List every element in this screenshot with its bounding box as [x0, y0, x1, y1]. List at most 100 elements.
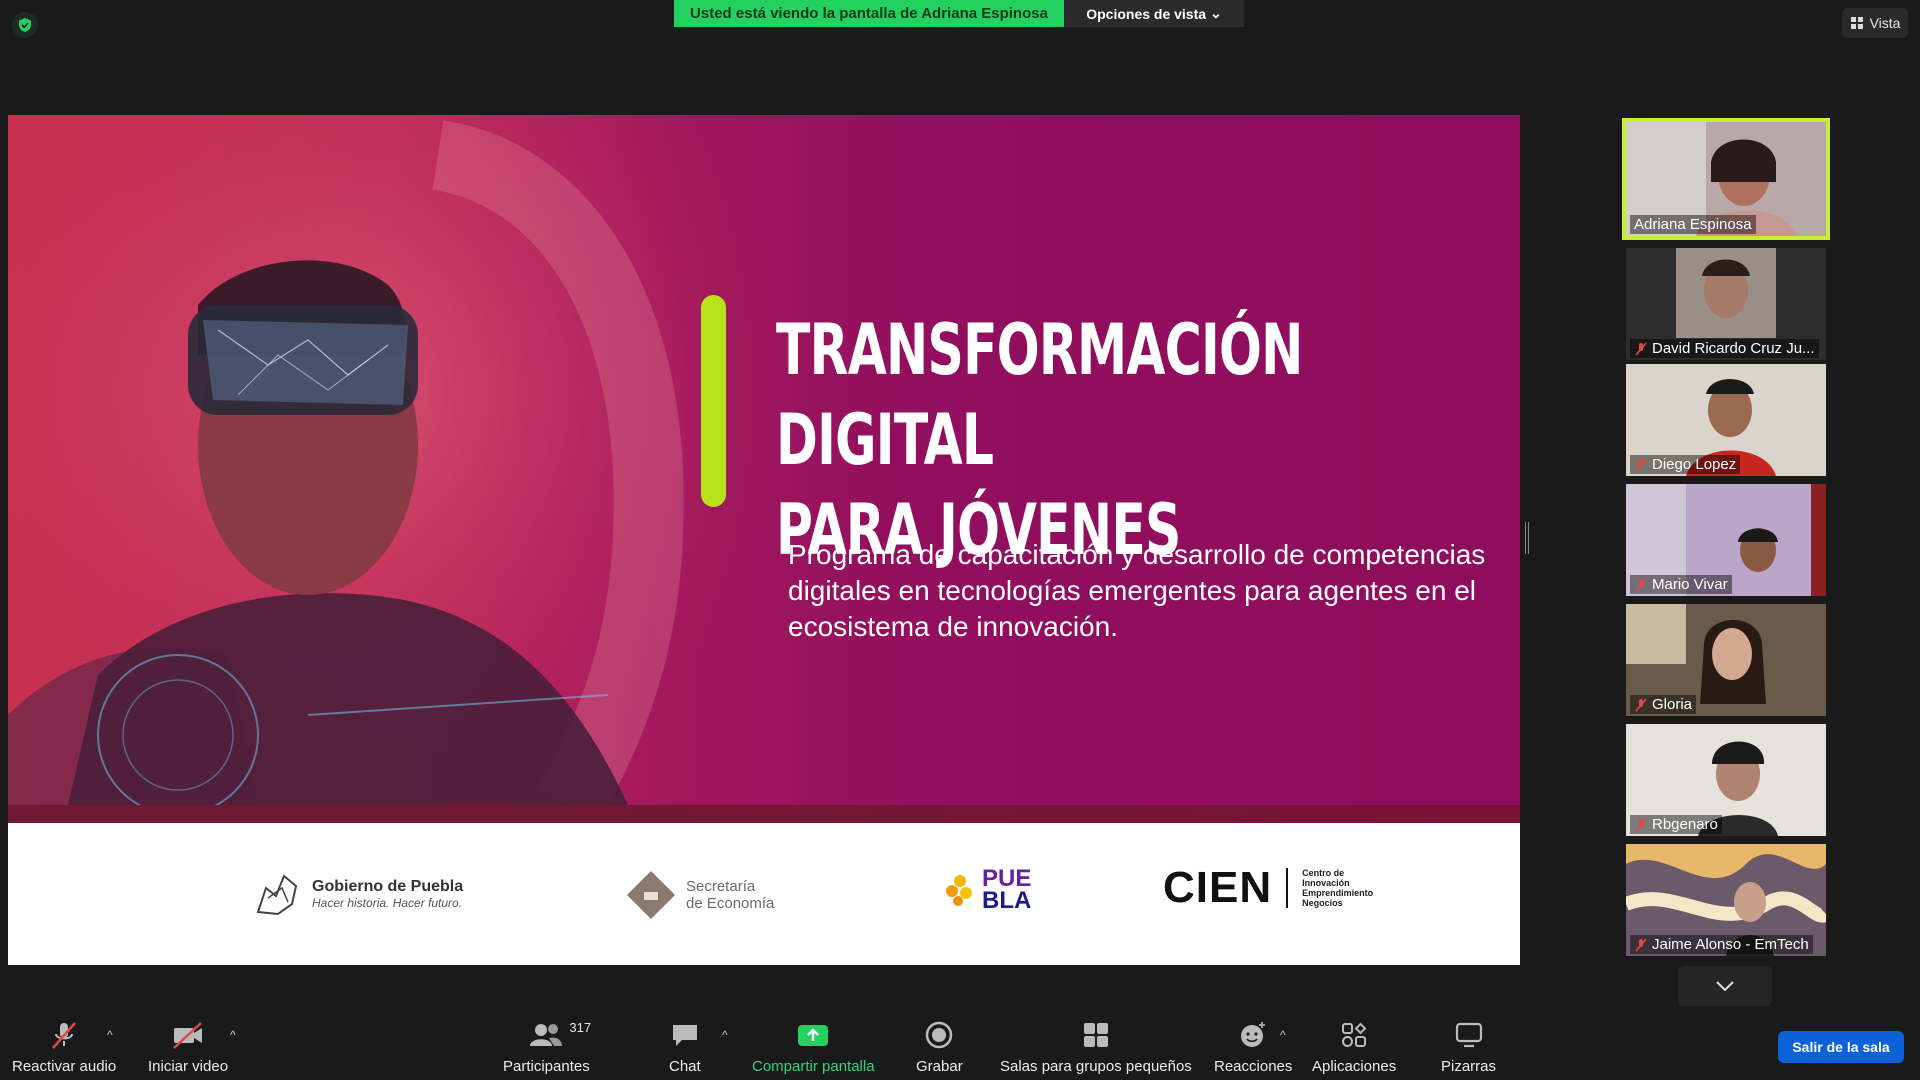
secretaria-diamond-icon	[626, 870, 676, 920]
view-options-label: Opciones de vista	[1086, 5, 1207, 22]
chevron-down-icon: ⌄	[1210, 5, 1222, 21]
participants-button[interactable]: 317 Participantes	[503, 1018, 592, 1075]
video-tile[interactable]: Jaime Alonso - EmTech	[1626, 844, 1826, 956]
video-off-icon	[173, 1022, 203, 1049]
mic-muted-icon	[1635, 341, 1647, 356]
gallery-scroll-down-button[interactable]	[1678, 966, 1772, 1006]
participant-name: Jaime Alonso - EmTech	[1652, 936, 1809, 953]
mic-muted-icon	[1635, 457, 1647, 472]
apps-button[interactable]: Aplicaciones	[1312, 1018, 1396, 1075]
whiteboard-icon	[1455, 1022, 1482, 1048]
participant-name: Adriana Espinosa	[1634, 216, 1752, 233]
grid-layout-icon	[1850, 17, 1863, 29]
chat-bubble-icon	[672, 1025, 697, 1046]
participant-name-tag: Adriana Espinosa	[1630, 215, 1756, 234]
secretaria-economia-logo: Secretaría de Economía	[624, 868, 774, 922]
shared-screen: TRANSFORMACIÓN DIGITAL PARA JÓVENES Prog…	[8, 115, 1520, 965]
participant-name: Gloria	[1652, 696, 1693, 713]
secretaria-line2: de Economía	[686, 895, 775, 912]
video-tile[interactable]: David Ricardo Cruz Ju...	[1626, 248, 1826, 360]
share-screen-label: Compartir pantalla	[752, 1058, 875, 1075]
chat-options-caret-icon[interactable]: ^	[722, 1028, 728, 1042]
mic-muted-icon	[1635, 697, 1647, 712]
slide-divider	[8, 805, 1520, 823]
participant-name: Rbgenaro	[1652, 816, 1718, 833]
participant-name: Diego Lopez	[1652, 456, 1737, 473]
cien-wordmark: CIEN	[1163, 863, 1273, 912]
panel-resize-handle[interactable]	[1525, 522, 1529, 554]
cien-divider	[1286, 868, 1289, 908]
record-icon	[926, 1021, 953, 1049]
cien-sub3: Emprendimiento	[1302, 888, 1374, 898]
apps-label: Aplicaciones	[1312, 1058, 1397, 1075]
unmute-button[interactable]: Reactivar audio	[12, 1018, 116, 1075]
reactions-options-caret-icon[interactable]: ^	[1280, 1028, 1286, 1042]
breakout-rooms-button[interactable]: Salas para grupos pequeños	[1000, 1018, 1192, 1075]
participant-name-tag: David Ricardo Cruz Ju...	[1630, 339, 1819, 358]
viewing-screen-banner: Usted está viendo la pantalla de Adriana…	[674, 0, 1064, 27]
participant-name-tag: Rbgenaro	[1630, 815, 1722, 834]
chat-button[interactable]: Chat	[669, 1018, 701, 1075]
vr-headset-person-image	[8, 115, 768, 805]
cien-sub2: Innovación	[1302, 878, 1350, 888]
meeting-controls-toolbar: Reactivar audio ^ Iniciar video ^ 317 Pa…	[0, 1010, 1920, 1080]
chat-label: Chat	[669, 1058, 701, 1075]
gobierno-tagline: Hacer historia. Hacer futuro.	[312, 896, 463, 910]
mic-muted-icon	[52, 1022, 77, 1049]
participants-label: Participantes	[503, 1058, 590, 1075]
record-button[interactable]: Grabar	[916, 1018, 963, 1075]
cien-logo: CIEN Centro de Innovación Emprendimiento…	[1163, 863, 1373, 913]
meeting-top-bar: Usted está viendo la pantalla de Adriana…	[0, 0, 1920, 40]
share-screen-icon	[798, 1025, 829, 1046]
slide-subtitle: Programa de capacitación y desarrollo de…	[788, 539, 1486, 642]
slide-title: TRANSFORMACIÓN DIGITAL PARA JÓVENES	[776, 305, 1303, 575]
gobierno-puebla-logo: Gobierno de Puebla Hacer historia. Hacer…	[252, 868, 463, 920]
view-layout-label: Vista	[1869, 15, 1901, 31]
chevron-down-icon	[1716, 981, 1734, 991]
breakout-rooms-label: Salas para grupos pequeños	[1000, 1058, 1192, 1075]
slide-header: TRANSFORMACIÓN DIGITAL PARA JÓVENES Prog…	[8, 115, 1520, 823]
mic-muted-icon	[1635, 577, 1647, 592]
secretaria-line1: Secretaría	[686, 878, 756, 895]
participant-name-tag: Diego Lopez	[1630, 455, 1741, 474]
video-tile[interactable]: Diego Lopez	[1626, 364, 1826, 476]
whiteboards-label: Pizarras	[1441, 1058, 1497, 1075]
puebla-flower-icon	[946, 875, 972, 906]
accent-bar	[701, 295, 726, 507]
reactions-button[interactable]: Reacciones	[1214, 1018, 1292, 1075]
participant-name-tag: Mario Vivar	[1630, 575, 1732, 594]
start-video-button[interactable]: Iniciar video	[148, 1018, 228, 1075]
puebla-crest-icon	[256, 874, 298, 916]
video-tile[interactable]: Gloria	[1626, 604, 1826, 716]
security-shield-icon[interactable]	[12, 12, 38, 38]
unmute-label: Reactivar audio	[12, 1058, 117, 1075]
cien-sub1: Centro de	[1302, 868, 1345, 878]
participants-count: 317	[569, 1020, 592, 1035]
participant-name-tag: Gloria	[1630, 695, 1697, 714]
apps-icon	[1342, 1022, 1367, 1047]
cien-sub4: Negocios	[1302, 898, 1343, 908]
video-tile[interactable]: Rbgenaro	[1626, 724, 1826, 836]
whiteboards-button[interactable]: Pizarras	[1441, 1018, 1496, 1075]
mic-muted-icon	[1635, 817, 1647, 832]
audio-options-caret-icon[interactable]: ^	[107, 1028, 113, 1042]
gobierno-name: Gobierno de Puebla	[312, 878, 464, 895]
emoji-icon	[1241, 1022, 1266, 1047]
puebla-line2: BLA	[982, 887, 1032, 914]
puebla-logo: PUE BLA	[946, 867, 1032, 914]
participant-name: David Ricardo Cruz Ju...	[1652, 340, 1815, 357]
record-label: Grabar	[916, 1058, 963, 1075]
video-tile-active-speaker[interactable]: Adriana Espinosa	[1622, 118, 1830, 240]
participants-icon	[530, 1024, 563, 1046]
share-screen-button[interactable]: Compartir pantalla	[752, 1018, 875, 1075]
breakout-rooms-icon	[1083, 1023, 1108, 1047]
view-options-dropdown[interactable]: Opciones de vista ⌄	[1064, 0, 1244, 27]
view-layout-button[interactable]: Vista	[1842, 8, 1908, 38]
start-video-label: Iniciar video	[148, 1058, 229, 1075]
video-options-caret-icon[interactable]: ^	[230, 1028, 236, 1042]
participant-name-tag: Jaime Alonso - EmTech	[1630, 935, 1813, 954]
sponsor-logos: Gobierno de Puebla Hacer historia. Hacer…	[8, 823, 1520, 965]
slide-title-line1: TRANSFORMACIÓN DIGITAL	[776, 309, 1303, 481]
video-tile[interactable]: Mario Vivar	[1626, 484, 1826, 596]
leave-meeting-button[interactable]: Salir de la sala	[1778, 1031, 1904, 1063]
